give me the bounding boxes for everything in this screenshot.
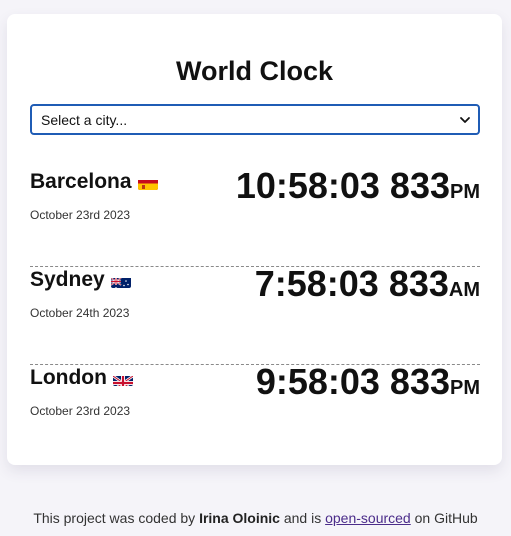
city-time: 10:58:03 833PM: [235, 165, 480, 206]
city-date: October 24th 2023: [30, 306, 130, 320]
time-period: AM: [448, 279, 480, 301]
city-date: October 23rd 2023: [30, 404, 131, 418]
clock-card: World Clock Select a city... Barcelona O…: [7, 14, 502, 465]
city-name: Sydney: [30, 268, 131, 292]
city-time: 7:58:03 833AM: [254, 263, 480, 304]
footer: This project was coded by Irina Oloinic …: [33, 510, 478, 526]
city-row-sydney: Sydney October 24th 2023 7:58:03 833AM: [30, 263, 480, 365]
city-select-value: Select a city...: [41, 112, 128, 128]
page-title: World Clock: [175, 56, 334, 86]
city-name: London: [30, 366, 133, 390]
uk-flag-icon: [112, 372, 133, 386]
open-source-link[interactable]: open-sourced: [325, 510, 411, 526]
city-name: Barcelona: [30, 170, 158, 194]
chevron-down-icon: [460, 117, 470, 123]
time-period: PM: [450, 377, 480, 399]
author-name: Irina Oloinic: [199, 510, 280, 526]
time-period: PM: [450, 181, 480, 203]
city-row-london: London October 23rd 2023 9:58:03 833PM: [30, 361, 480, 463]
spain-flag-icon: [137, 176, 158, 190]
city-select[interactable]: Select a city...: [30, 104, 480, 135]
city-row-barcelona: Barcelona October 23rd 2023 10:58:03 833…: [30, 165, 480, 267]
city-time: 9:58:03 833PM: [255, 361, 480, 402]
australia-flag-icon: [110, 274, 131, 288]
city-date: October 23rd 2023: [30, 208, 131, 222]
